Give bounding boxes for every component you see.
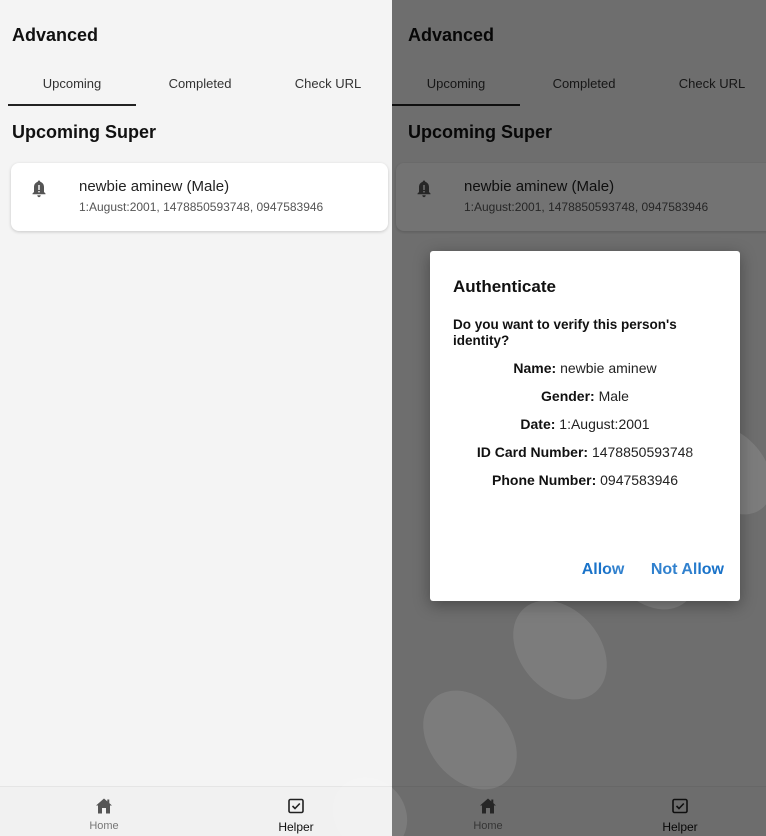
row-value: 0947583946 xyxy=(596,472,678,488)
bell-alert-icon xyxy=(32,180,46,198)
row-label: Name: xyxy=(513,360,557,376)
nav-helper[interactable]: Helper xyxy=(246,797,346,834)
dialog-title: Authenticate xyxy=(453,277,556,296)
tab-check-url[interactable]: Check URL xyxy=(264,68,392,106)
authenticate-dialog: Authenticate Do you want to verify this … xyxy=(430,251,740,601)
row-label: Phone Number: xyxy=(492,472,597,488)
tab-upcoming[interactable]: Upcoming xyxy=(8,68,136,106)
nav-helper-label: Helper xyxy=(278,820,314,834)
dialog-actions: Allow Not Allow xyxy=(560,561,724,579)
app-title: Advanced xyxy=(12,25,99,45)
row-value: 1478850593748 xyxy=(588,444,694,460)
row-label: Gender: xyxy=(541,388,595,404)
section-title: Upcoming Super xyxy=(12,122,157,142)
bottom-nav: Home Helper xyxy=(0,786,392,836)
nav-home[interactable]: Home xyxy=(54,797,154,832)
left-screen: Advanced Upcoming Completed Check URL Up… xyxy=(0,0,392,836)
not-allow-button[interactable]: Not Allow xyxy=(651,561,724,579)
dialog-question: Do you want to verify this person's iden… xyxy=(453,317,677,348)
allow-button[interactable]: Allow xyxy=(582,561,625,579)
row-value: 1:August:2001 xyxy=(555,416,650,432)
dialog-details: Name: newbie aminew Gender: Male Date: 1… xyxy=(430,359,740,499)
person-card[interactable]: newbie aminew (Male) 1:August:2001, 1478… xyxy=(11,163,388,231)
row-label: Date: xyxy=(520,416,556,432)
checkbox-calendar-icon xyxy=(288,798,304,814)
dialog-row-id-card: ID Card Number: 1478850593748 xyxy=(430,443,740,471)
home-icon xyxy=(96,798,112,814)
card-details: 1:August:2001, 1478850593748, 0947583946 xyxy=(79,200,324,214)
row-label: ID Card Number: xyxy=(476,444,589,460)
dialog-row-gender: Gender: Male xyxy=(430,387,740,415)
dialog-row-date: Date: 1:August:2001 xyxy=(430,415,740,443)
tab-indicator xyxy=(8,104,136,106)
tab-completed[interactable]: Completed xyxy=(136,68,264,106)
nav-home-label: Home xyxy=(89,820,119,832)
card-name: newbie aminew (Male) xyxy=(79,178,230,195)
row-value: newbie aminew xyxy=(556,360,657,376)
row-value: Male xyxy=(594,388,629,404)
dialog-row-phone: Phone Number: 0947583946 xyxy=(430,471,740,499)
tab-bar: Upcoming Completed Check URL xyxy=(0,68,392,108)
dialog-row-name: Name: newbie aminew xyxy=(430,359,740,387)
